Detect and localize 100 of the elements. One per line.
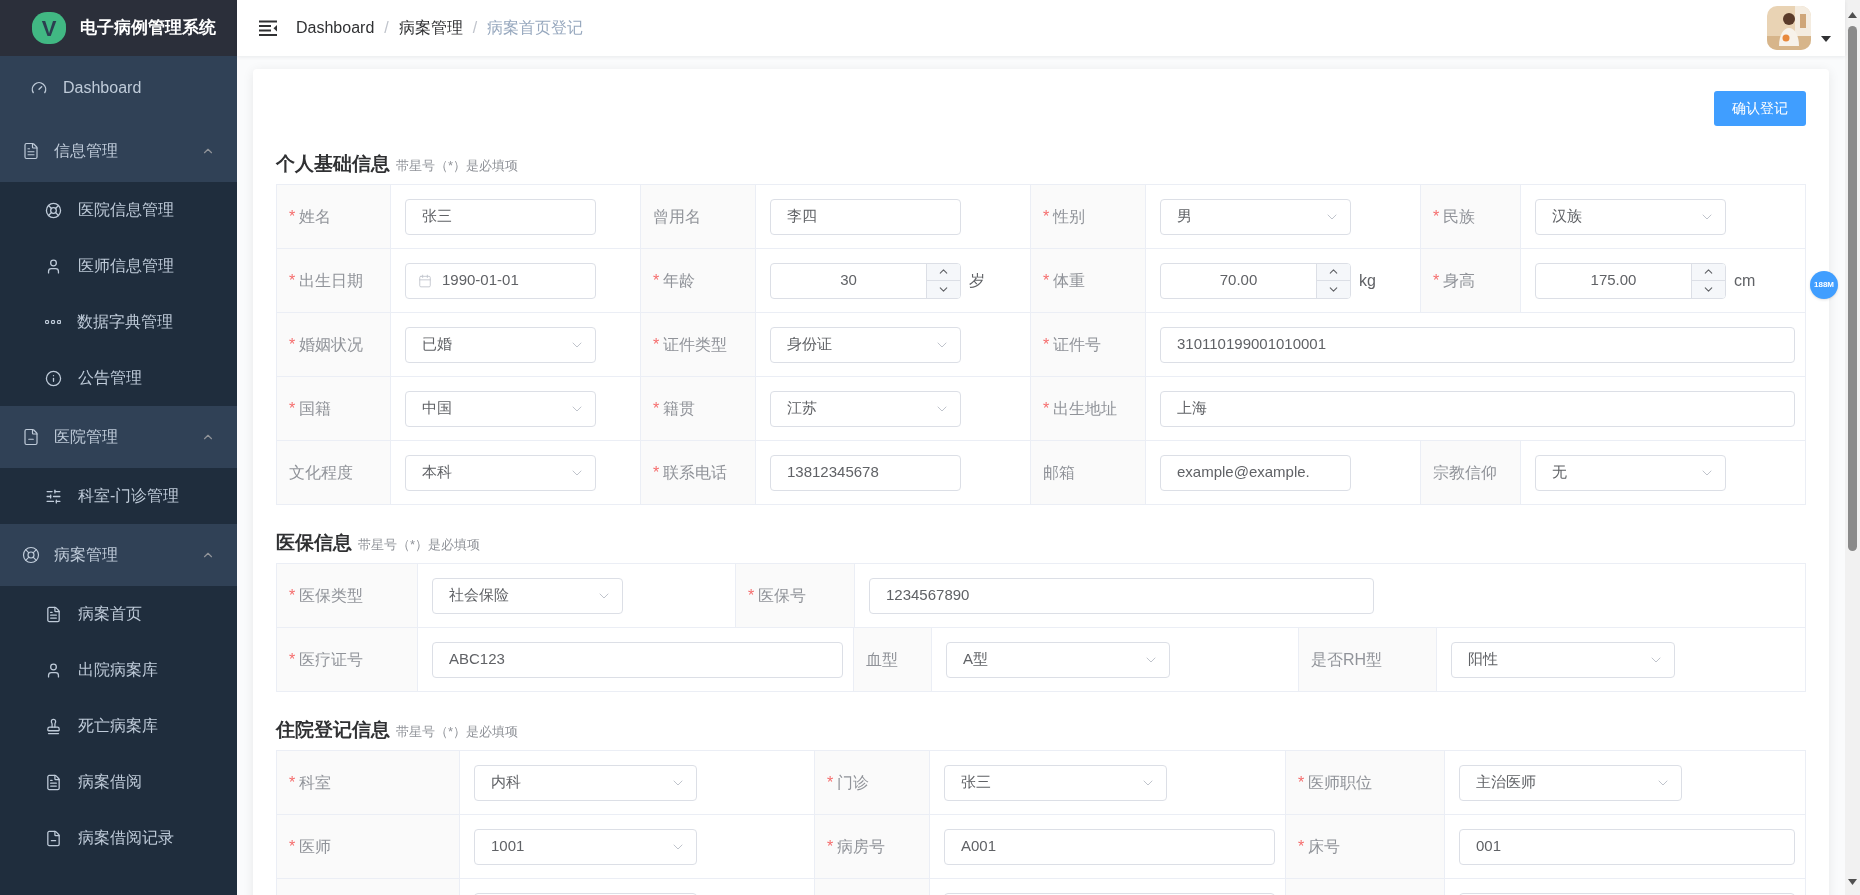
field-label: 血型 (866, 649, 898, 670)
sliders-icon (45, 487, 62, 505)
field-label: 出生地址 (1053, 398, 1118, 419)
field-label: 性别 (1053, 206, 1086, 227)
menu-group[interactable]: 信息管理 (0, 120, 237, 182)
field-label: 门诊 (837, 772, 870, 793)
number-field[interactable]: 30 (770, 262, 961, 299)
number-field[interactable]: 175.00 (1535, 262, 1726, 299)
field-label: 姓名 (299, 206, 332, 227)
section-hint: 带星号（*）是必填项 (396, 723, 519, 741)
field-label: 出生日期 (299, 270, 364, 291)
input-field[interactable]: 张三 (405, 198, 596, 235)
select-field[interactable]: 无 (1535, 454, 1726, 491)
input-field[interactable]: 001 (1459, 828, 1795, 865)
document-icon (45, 605, 62, 623)
select-field[interactable]: 本科 (405, 454, 596, 491)
required-mark: * (289, 649, 296, 670)
input-field[interactable]: 李四 (770, 198, 961, 235)
field-label: 证件号 (1053, 334, 1102, 355)
field-label: 医保号 (758, 585, 807, 606)
number-value: 30 (839, 270, 858, 291)
field-label: 身高 (1443, 270, 1476, 291)
select-field[interactable]: 阳性 (1451, 641, 1675, 678)
number-field[interactable]: 70.00 (1160, 262, 1351, 299)
info-icon (45, 369, 62, 387)
breadcrumb-item: 病案首页登记 (487, 18, 584, 38)
unit-label: cm (1734, 270, 1756, 291)
field-label: 宗教信仰 (1433, 462, 1497, 483)
required-mark: * (289, 398, 296, 419)
breadcrumb-item[interactable]: Dashboard (296, 16, 375, 40)
menu-group[interactable]: 医院管理 (0, 406, 237, 468)
required-mark: * (1043, 334, 1050, 355)
select-field[interactable]: A型 (946, 641, 1170, 678)
scroll-down-icon[interactable] (1848, 879, 1857, 885)
required-mark: * (653, 334, 660, 355)
scrollbar[interactable] (1845, 0, 1860, 895)
field-label: 医师 (299, 836, 332, 857)
select-field[interactable]: 张三 (944, 764, 1167, 801)
menu-item[interactable]: Dashboard (0, 56, 237, 120)
input-field[interactable]: 上海 (1160, 390, 1795, 427)
field-label: 医师职位 (1308, 772, 1373, 793)
input-field[interactable]: ABC123 (432, 641, 843, 678)
section-title: 个人基础信息 (276, 152, 390, 176)
select-field[interactable]: 江苏 (770, 390, 961, 427)
select-field[interactable]: 中国 (405, 390, 596, 427)
scroll-up-icon[interactable] (1848, 12, 1857, 18)
caret-down-icon[interactable] (1821, 36, 1831, 42)
required-mark: * (1298, 772, 1305, 793)
input-field[interactable]: 13812345678 (770, 454, 961, 491)
user-icon (45, 257, 62, 275)
required-mark: * (289, 585, 296, 606)
required-mark: * (1433, 206, 1440, 227)
field-label: 籍贯 (663, 398, 696, 419)
select-field[interactable]: 社会保险 (432, 577, 623, 614)
menu-group[interactable]: 病案管理 (0, 524, 237, 586)
required-mark: * (289, 772, 296, 793)
date-field[interactable]: 1990-01-01 (405, 262, 596, 299)
gauge-icon (31, 80, 47, 96)
required-mark: * (1043, 270, 1050, 291)
field-label: 联系电话 (663, 462, 728, 483)
menu-fold-icon[interactable] (258, 20, 278, 36)
field-label: 证件类型 (663, 334, 728, 355)
required-mark: * (1043, 206, 1050, 227)
required-mark: * (827, 772, 834, 793)
required-mark: * (289, 836, 296, 857)
select-field[interactable]: 已婚 (405, 326, 596, 363)
logo: V (32, 12, 66, 44)
required-mark: * (1433, 270, 1440, 291)
required-mark: * (289, 270, 296, 291)
document-minus-icon (45, 829, 62, 847)
field-label: 是否RH型 (1311, 649, 1383, 670)
input-field[interactable]: 1234567890 (869, 577, 1374, 614)
field-label: 医保类型 (299, 585, 364, 606)
required-mark: * (653, 398, 660, 419)
app-title: 电子病例管理系统 (80, 17, 216, 40)
required-mark: * (1298, 836, 1305, 857)
field-label: 医疗证号 (299, 649, 364, 670)
select-field[interactable]: 汉族 (1535, 198, 1726, 235)
breadcrumb-item[interactable]: 病案管理 (398, 16, 463, 40)
document-icon (45, 773, 62, 791)
field-label: 民族 (1443, 206, 1476, 227)
breadcrumb-separator: / (472, 18, 478, 38)
select-field[interactable]: 男 (1160, 198, 1351, 235)
stamp-icon (45, 717, 62, 735)
number-value: 70.00 (1218, 270, 1259, 291)
section-hint: 带星号（*）是必填项 (396, 157, 519, 175)
select-field[interactable]: 身份证 (770, 326, 961, 363)
field-label: 国籍 (299, 398, 332, 419)
required-mark: * (289, 334, 296, 355)
required-mark: * (1043, 398, 1050, 419)
input-field[interactable]: example@example. (1160, 454, 1351, 491)
input-field[interactable]: A001 (944, 828, 1275, 865)
select-field[interactable]: 主治医师 (1459, 764, 1682, 801)
field-label: 曾用名 (653, 206, 701, 227)
select-field[interactable]: 1001 (474, 828, 697, 865)
input-field[interactable]: 310110199001010001 (1160, 326, 1795, 363)
select-field[interactable]: 内科 (474, 764, 697, 801)
breadcrumb-separator: / (384, 18, 389, 38)
field-label: 科室 (299, 772, 332, 793)
required-mark: * (653, 270, 660, 291)
